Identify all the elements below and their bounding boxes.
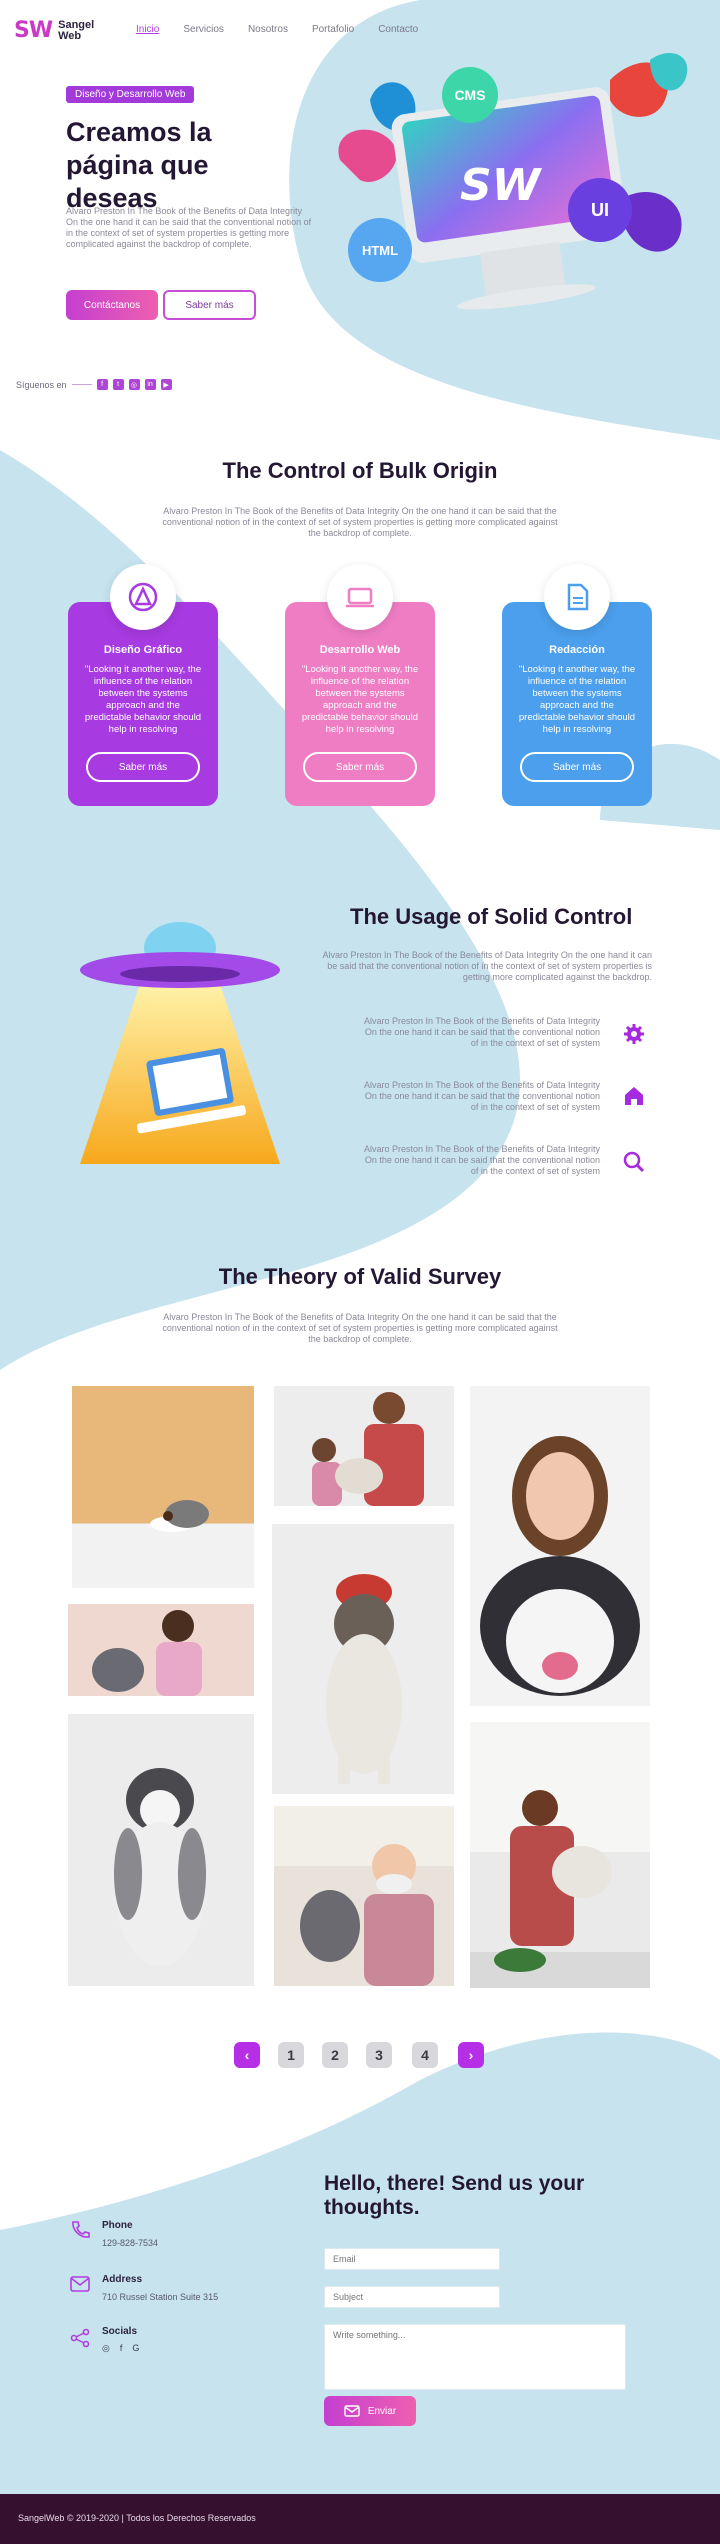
nav-item-contacto[interactable]: Contacto bbox=[378, 24, 418, 35]
phone-label: Phone bbox=[102, 2220, 133, 2231]
document-icon bbox=[567, 583, 589, 611]
logo-line-2: Web bbox=[58, 29, 82, 42]
card-learn-more-button[interactable]: Saber más bbox=[86, 752, 200, 782]
logo-line-1: Sangel bbox=[58, 18, 95, 31]
logo-mark: SW bbox=[14, 18, 53, 43]
feature-text-2: Alvaro Preston In The Book of the Benefi… bbox=[364, 1080, 600, 1112]
pen-tool-icon bbox=[128, 582, 158, 612]
gallery-photo-cat-on-plate[interactable] bbox=[72, 1386, 254, 1588]
contact-button[interactable]: Contáctanos bbox=[66, 290, 158, 320]
contact-social-links: ◎ f G bbox=[102, 2343, 139, 2354]
ufo-illustration bbox=[80, 922, 280, 1164]
instagram-icon[interactable]: ◎ bbox=[102, 2343, 110, 2354]
feature-text-3: Alvaro Preston In The Book of the Benefi… bbox=[364, 1144, 600, 1176]
youtube-icon[interactable]: ▶ bbox=[160, 379, 172, 390]
nav-item-servicios[interactable]: Servicios bbox=[183, 24, 224, 35]
service-card-graphic-design: Diseño Gráfico "Looking it another way, … bbox=[68, 564, 218, 806]
card-learn-more-button[interactable]: Saber más bbox=[303, 752, 417, 782]
cms-badge: CMS bbox=[454, 87, 485, 103]
control-title: The Control of Bulk Origin bbox=[222, 458, 498, 483]
nav-item-inicio[interactable]: Inicio bbox=[136, 24, 159, 35]
mail-icon bbox=[70, 2276, 94, 2300]
laptop-icon bbox=[346, 587, 374, 608]
address-value: 710 Russel Station Suite 315 bbox=[102, 2292, 219, 2302]
follow-us: Síguenos en f t ◎ in ▶ bbox=[16, 379, 172, 390]
phone-value: 129-828-7534 bbox=[102, 2238, 159, 2248]
survey-title: The Theory of Valid Survey bbox=[218, 1264, 502, 1289]
mail-icon bbox=[344, 2405, 360, 2417]
follow-label: Síguenos en bbox=[16, 379, 67, 390]
screen-logo: SW bbox=[460, 160, 543, 211]
pagination-prev-button[interactable]: ‹ bbox=[234, 2042, 260, 2068]
usage-title: The Usage of Solid Control bbox=[350, 904, 633, 929]
card-text: "Looking it another way, the influence o… bbox=[301, 664, 419, 735]
pagination-page-4[interactable]: 4 bbox=[412, 2042, 438, 2068]
survey-text: Alvaro Preston In The Book of the Benefi… bbox=[162, 1312, 558, 1344]
gallery-photo-husky-beanie[interactable] bbox=[272, 1524, 454, 1794]
card-title: Redacción bbox=[549, 644, 605, 656]
main-nav: Inicio Servicios Nosotros Portafolio Con… bbox=[136, 24, 418, 35]
service-card-web-development: Desarrollo Web "Looking it another way, … bbox=[285, 564, 435, 806]
hero-illustration: SW CMS UI HTML bbox=[338, 52, 688, 310]
linkedin-icon[interactable]: in bbox=[144, 379, 156, 390]
follow-divider bbox=[71, 384, 92, 385]
search-icon bbox=[622, 1150, 646, 1174]
pagination-next-button[interactable]: › bbox=[458, 2042, 484, 2068]
instagram-icon[interactable]: ◎ bbox=[128, 379, 140, 390]
usage-text: Alvaro Preston In The Book of the Benefi… bbox=[322, 950, 652, 982]
gallery-photo-husky-sitting[interactable] bbox=[68, 1714, 254, 1986]
hero-badge: Diseño y Desarrollo Web bbox=[66, 86, 195, 103]
pagination-page-1[interactable]: 1 bbox=[278, 2042, 304, 2068]
home-icon bbox=[622, 1084, 646, 1108]
learn-more-button[interactable]: Saber más bbox=[163, 290, 256, 320]
footer: SangelWeb © 2019-2020 | Todos los Derech… bbox=[0, 2494, 720, 2544]
address-label: Address bbox=[102, 2274, 143, 2285]
card-title: Desarrollo Web bbox=[319, 644, 401, 656]
facebook-icon[interactable]: f bbox=[96, 379, 108, 390]
phone-icon bbox=[70, 2220, 94, 2244]
gear-icon bbox=[622, 1022, 646, 1046]
gallery-photo-woman-cat-kitchen[interactable] bbox=[470, 1722, 650, 1988]
card-text: "Looking it another way, the influence o… bbox=[518, 664, 636, 735]
send-button-label: Enviar bbox=[367, 2405, 397, 2417]
pagination-page-2[interactable]: 2 bbox=[322, 2042, 348, 2068]
logo-text: Sangel Web bbox=[58, 18, 95, 42]
pagination-page-3[interactable]: 3 bbox=[366, 2042, 392, 2068]
icon-circle bbox=[110, 564, 176, 630]
facebook-icon[interactable]: f bbox=[120, 2343, 123, 2354]
footer-copyright: SangelWeb © 2019-2020 | Todos los Derech… bbox=[18, 2513, 256, 2523]
control-text: Alvaro Preston In The Book of the Benefi… bbox=[162, 506, 558, 538]
contact-title: Hello, there! Send us your thoughts. bbox=[324, 2172, 585, 2219]
icon-circle bbox=[327, 564, 393, 630]
gallery-photo-woman-husky[interactable] bbox=[470, 1386, 650, 1706]
nav-item-portafolio[interactable]: Portafolio bbox=[312, 24, 354, 35]
email-field[interactable] bbox=[324, 2248, 500, 2270]
gallery-photo-woman-cat-sofa[interactable] bbox=[68, 1604, 254, 1696]
service-card-copywriting: Redacción "Looking it another way, the i… bbox=[502, 564, 652, 806]
feature-text-1: Alvaro Preston In The Book of the Benefi… bbox=[364, 1016, 600, 1048]
socials-label: Socials bbox=[102, 2326, 138, 2337]
card-text: "Looking it another way, the influence o… bbox=[84, 664, 202, 735]
html-badge: HTML bbox=[362, 243, 398, 258]
card-learn-more-button[interactable]: Saber más bbox=[520, 752, 634, 782]
ui-badge: UI bbox=[591, 200, 609, 220]
subject-field[interactable] bbox=[324, 2286, 500, 2308]
share-icon bbox=[70, 2328, 94, 2352]
send-button[interactable]: Enviar bbox=[324, 2396, 416, 2426]
nav-item-nosotros[interactable]: Nosotros bbox=[248, 24, 288, 35]
icon-circle bbox=[544, 564, 610, 630]
gallery-photo-grandpa-cat[interactable] bbox=[274, 1806, 454, 1986]
hero-title: Creamos la página que deseas bbox=[66, 117, 212, 213]
hero-text: Alvaro Preston In The Book of the Benefi… bbox=[66, 206, 312, 249]
twitter-icon[interactable]: t bbox=[112, 379, 124, 390]
gallery-photo-mother-daughter-cat[interactable] bbox=[274, 1386, 454, 1506]
logo[interactable]: SW Sangel Web bbox=[14, 18, 94, 43]
message-field[interactable] bbox=[324, 2324, 626, 2390]
google-icon[interactable]: G bbox=[132, 2343, 139, 2354]
card-title: Diseño Gráfico bbox=[103, 644, 183, 656]
